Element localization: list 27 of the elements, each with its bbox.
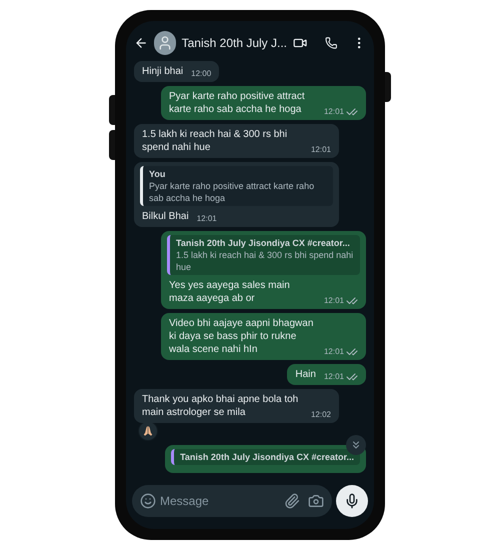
quoted-message[interactable]: You Pyar karte raho positive attract karte raho sab accha he hoga [140, 166, 333, 206]
message-time: 12:01 [324, 371, 344, 383]
quoted-message[interactable]: Tanish 20th July Jisondiya CX #creator... [171, 449, 360, 465]
quote-author: Tanish 20th July Jisondiya CX #creator... [176, 237, 351, 249]
message-time: 12:01 [196, 213, 217, 225]
quote-author: Tanish 20th July Jisondiya CX #creator... [180, 451, 354, 463]
message-time: 12:01 [324, 295, 344, 307]
message-time: 12:01 [324, 346, 344, 358]
message-input[interactable]: Message [132, 485, 332, 517]
message-text: Hain [295, 368, 316, 381]
message-time: 12:02 [310, 409, 331, 421]
message-time: 12:00 [191, 68, 212, 80]
quote-text: Pyar karte raho positive attract karte raho sab accha he hoga [149, 180, 316, 204]
message-time: 12:01 [324, 106, 344, 118]
message-text: Thank you apko bhai apne bola toh main astrologer se mila [142, 393, 300, 419]
quoted-message[interactable]: Tanish 20th July Jisondiya CX #creator... 1.5 lakh ki reach hai & 300 rs bhi spend nahi hue [167, 235, 360, 275]
chat-title[interactable]: Tanish 20th July J... [182, 34, 288, 52]
quote-author: You [149, 168, 166, 180]
message-text: 1.5 lakh ki reach hai & 300 rs bhi spend nahi hue [142, 128, 288, 154]
message-text: Yes yes aayega sales main maza aayega ab or [169, 279, 291, 305]
message-text: Video bhi aajaye aapni bhagwan ki daya se bass phir to rukne wala scene nahi hIn [169, 317, 314, 356]
message-text: Hinji bhai [142, 65, 184, 78]
message-text: Pyar karte raho positive attract karte raho sab accha he hoga [169, 90, 306, 116]
message-text: Bilkul Bhai [142, 210, 189, 223]
message-time: 12:01 [310, 144, 331, 156]
quote-text: 1.5 lakh ki reach hai & 300 rs bhi spend nahi hue [176, 249, 354, 273]
message-field[interactable]: Message [160, 492, 280, 510]
